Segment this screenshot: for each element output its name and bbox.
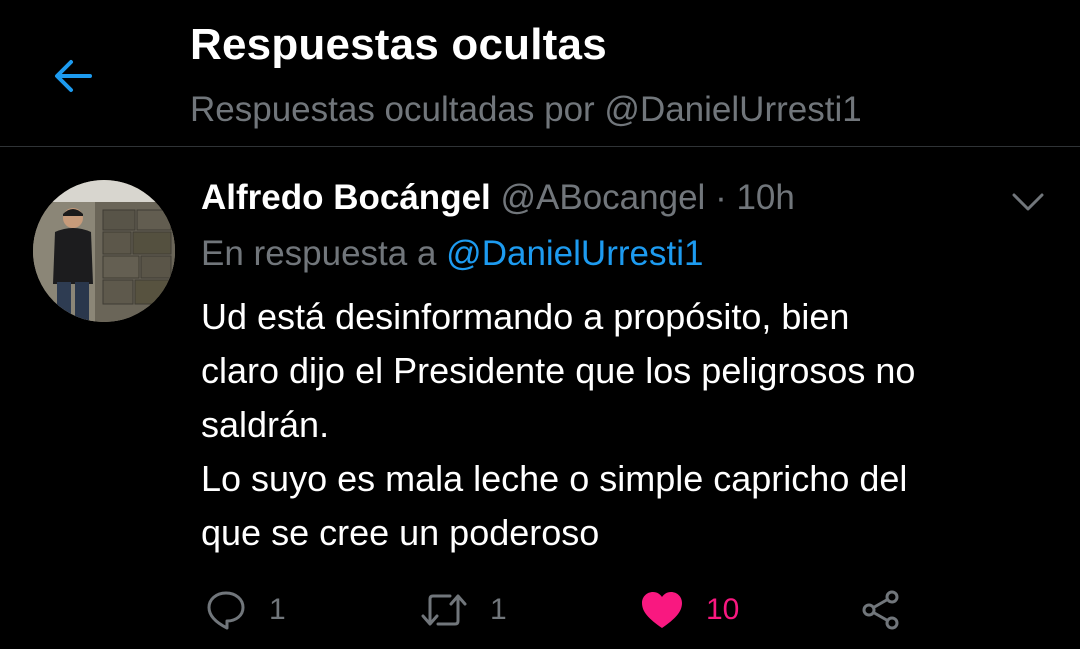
like-count: 10	[706, 593, 740, 626]
more-options-button[interactable]	[1006, 180, 1050, 224]
reply-button[interactable]: 1	[205, 580, 286, 640]
reply-count: 1	[269, 593, 286, 626]
author-name[interactable]: Alfredo Bocángel	[201, 178, 491, 217]
tweet-text-line: claro dijo el Presidente que los peligro…	[201, 350, 916, 391]
page-title: Respuestas ocultas	[190, 20, 607, 69]
reply-context: En respuesta a @DanielUrresti1	[201, 234, 703, 274]
like-button[interactable]: 10	[640, 580, 739, 640]
back-button[interactable]	[44, 48, 100, 104]
tweet-actions: 1 1 10	[0, 580, 1080, 640]
author-handle[interactable]: @ABocangel	[501, 178, 706, 217]
reply-icon	[207, 591, 245, 630]
tweet-text-line: Ud está desinformando a propósito, bien	[201, 296, 850, 337]
tweet-text-line: saldrán.	[201, 404, 330, 445]
share-icon	[862, 590, 899, 630]
tweet[interactable]: Alfredo Bocángel @ABocangel · 10h En res…	[0, 148, 1080, 649]
share-button[interactable]	[860, 580, 902, 640]
tweet-text-line: que se cree un poderoso	[201, 512, 600, 553]
avatar[interactable]	[33, 180, 175, 322]
retweet-button[interactable]: 1	[420, 580, 507, 640]
page-subtitle: Respuestas ocultadas por @DanielUrresti1	[190, 90, 862, 129]
tweet-header: Alfredo Bocángel @ABocangel · 10h	[201, 178, 795, 218]
retweet-count: 1	[490, 593, 507, 626]
page-header: Respuestas ocultas Respuestas ocultadas …	[0, 0, 1080, 147]
heart-filled-icon	[642, 592, 682, 628]
separator: ·	[715, 178, 727, 217]
tweet-text: Ud está desinformando a propósito, bien …	[201, 290, 1051, 560]
avatar-photo	[33, 180, 175, 322]
tweet-text-line: Lo suyo es mala leche o simple capricho …	[201, 458, 908, 499]
reply-prefix: En respuesta a	[201, 234, 437, 273]
timestamp[interactable]: 10h	[736, 178, 794, 217]
arrow-left-icon	[55, 60, 92, 92]
retweet-icon	[421, 594, 467, 626]
reply-mention-link[interactable]: @DanielUrresti1	[446, 234, 703, 273]
chevron-down-icon	[1012, 193, 1044, 211]
